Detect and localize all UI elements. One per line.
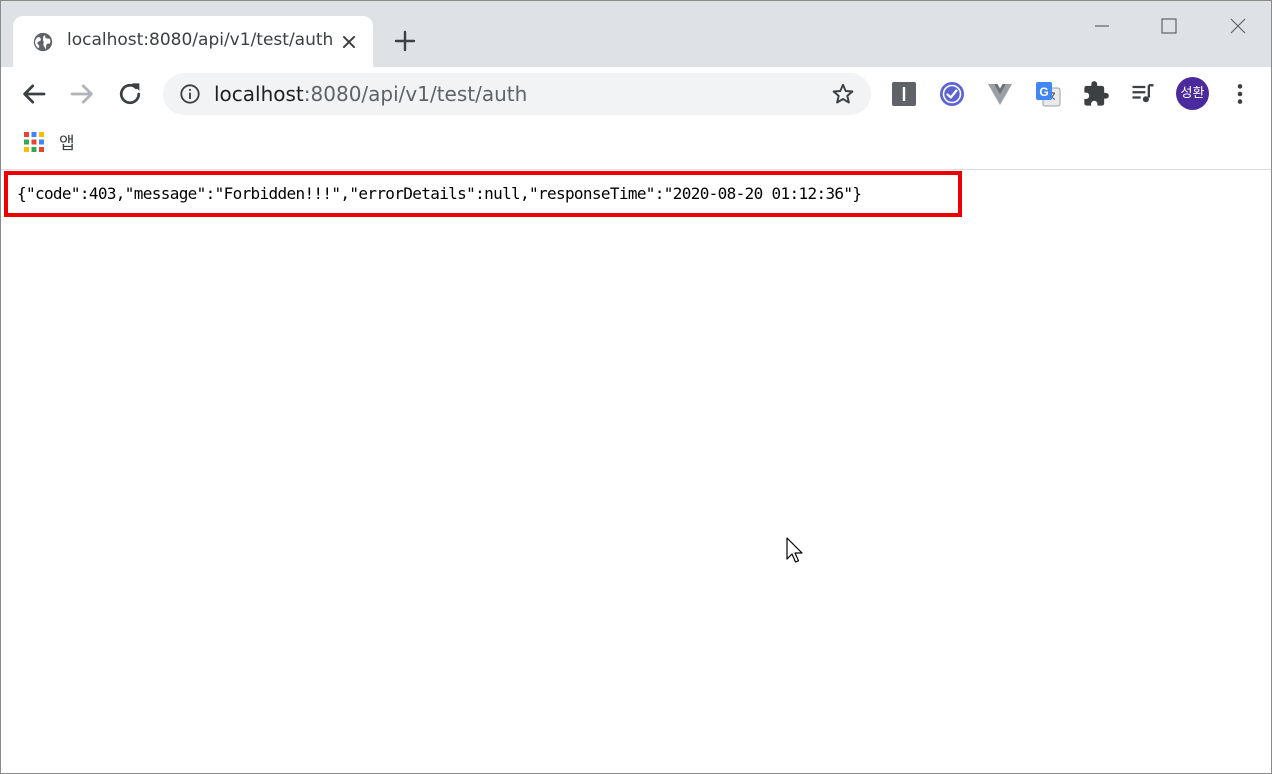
browser-window: localhost:8080/api/v1/test/auth localhos… bbox=[0, 0, 1272, 774]
puzzle-extensions-icon[interactable] bbox=[1082, 80, 1110, 108]
globe-icon bbox=[33, 32, 53, 52]
bookmarks-bar: 앱 bbox=[1, 123, 1271, 170]
json-response-text: {"code":403,"message":"Forbidden!!!","er… bbox=[17, 184, 862, 203]
checkmark-extension-icon[interactable] bbox=[938, 80, 966, 108]
vue-devtools-icon[interactable] bbox=[986, 80, 1014, 108]
active-tab[interactable]: localhost:8080/api/v1/test/auth bbox=[13, 16, 373, 67]
maximize-icon[interactable] bbox=[1154, 11, 1184, 41]
tab-strip: localhost:8080/api/v1/test/auth bbox=[1, 1, 1271, 67]
apps-bookmark-label[interactable]: 앱 bbox=[59, 129, 75, 154]
url-path: :8080/api/v1/test/auth bbox=[303, 82, 528, 106]
new-tab-plus-icon[interactable] bbox=[393, 29, 417, 53]
url-text[interactable]: localhost:8080/api/v1/test/auth bbox=[214, 82, 527, 106]
tab-title: localhost:8080/api/v1/test/auth bbox=[67, 30, 334, 50]
forward-arrow-icon[interactable] bbox=[67, 79, 97, 109]
close-icon[interactable] bbox=[338, 31, 360, 53]
profile-avatar[interactable]: 성환 bbox=[1176, 77, 1209, 110]
info-icon[interactable] bbox=[179, 83, 201, 105]
reload-icon[interactable] bbox=[115, 79, 145, 109]
back-arrow-icon[interactable] bbox=[19, 79, 49, 109]
mouse-cursor-icon bbox=[786, 537, 803, 563]
minimize-icon[interactable] bbox=[1087, 11, 1117, 41]
json-highlight-box: {"code":403,"message":"Forbidden!!!","er… bbox=[4, 171, 962, 217]
bookmark-star-icon[interactable] bbox=[831, 82, 855, 106]
media-playlist-icon[interactable] bbox=[1129, 80, 1157, 108]
address-bar[interactable]: localhost:8080/api/v1/test/auth bbox=[163, 73, 871, 115]
instapaper-icon[interactable] bbox=[890, 80, 918, 108]
google-translate-icon[interactable]: G bbox=[1034, 80, 1062, 108]
svg-text:G: G bbox=[1039, 85, 1048, 99]
toolbar: localhost:8080/api/v1/test/auth G 성환 bbox=[1, 67, 1271, 123]
window-close-icon[interactable] bbox=[1223, 11, 1253, 41]
apps-grid-icon[interactable] bbox=[24, 132, 44, 152]
more-vert-icon[interactable] bbox=[1227, 81, 1253, 107]
url-host: localhost bbox=[214, 82, 304, 106]
page-content: {"code":403,"message":"Forbidden!!!","er… bbox=[1, 170, 1271, 773]
